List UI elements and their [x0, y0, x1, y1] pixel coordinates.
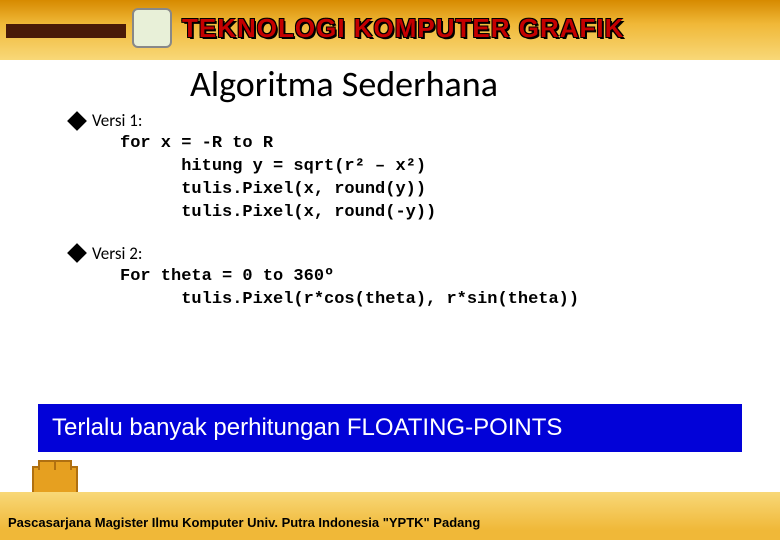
- content-area: Versi 1: for x = -R to R hitung y = sqrt…: [70, 110, 740, 330]
- section-label-2: Versi 2:: [92, 243, 142, 264]
- page-title: Algoritma Sederhana: [190, 62, 498, 106]
- code-block-1: for x = -R to R hitung y = sqrt(r² – x²)…: [120, 133, 740, 225]
- highlight-box: Terlalu banyak perhitungan FLOATING-POIN…: [38, 404, 742, 452]
- bullet-row-versi-2: Versi 2:: [70, 243, 740, 264]
- header-brand-title: TEKNOLOGI KOMPUTER GRAFIK: [182, 13, 624, 44]
- header-arrow-decoration: [6, 24, 126, 38]
- section-label-1: Versi 1:: [92, 110, 142, 131]
- code-block-2: For theta = 0 to 360º tulis.Pixel(r*cos(…: [120, 266, 740, 312]
- header-logo: [132, 8, 172, 48]
- footer-text: Pascasarjana Magister Ilmu Komputer Univ…: [8, 515, 480, 530]
- footer-band: Pascasarjana Magister Ilmu Komputer Univ…: [0, 492, 780, 540]
- highlight-text: Terlalu banyak perhitungan FLOATING-POIN…: [52, 414, 728, 442]
- diamond-bullet-icon: [67, 111, 87, 131]
- diamond-bullet-icon: [67, 243, 87, 263]
- bullet-row-versi-1: Versi 1:: [70, 110, 740, 131]
- header-band: TEKNOLOGI KOMPUTER GRAFIK: [0, 0, 780, 60]
- header-content: TEKNOLOGI KOMPUTER GRAFIK: [132, 8, 624, 48]
